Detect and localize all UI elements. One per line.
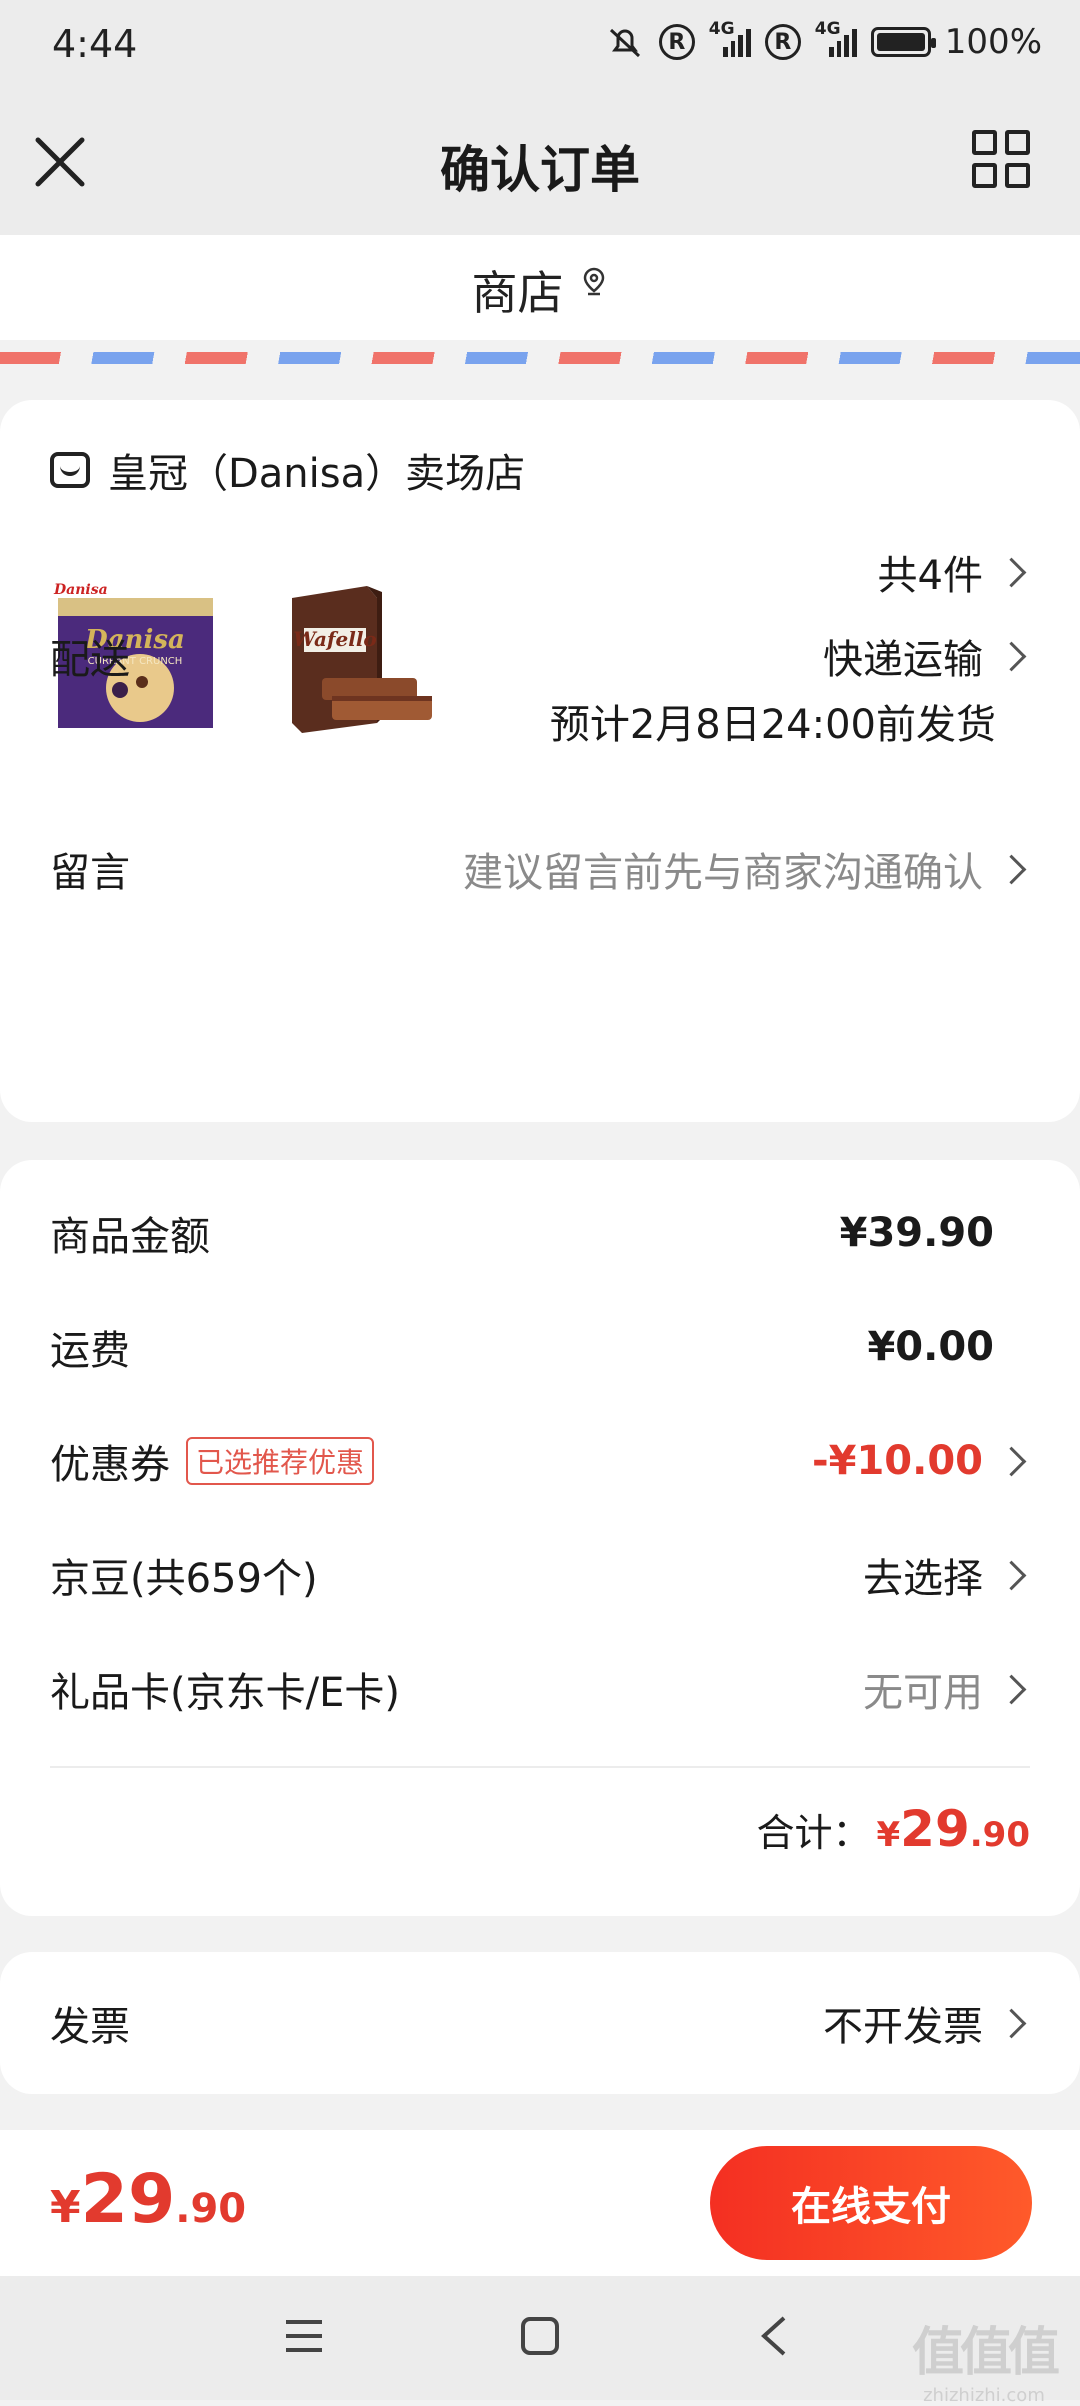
watermark-text: 值值值 — [911, 2323, 1060, 2383]
goods-amount-label: 商品金额 — [50, 1214, 210, 1260]
jingdou-row[interactable]: 京豆(共659个) 去选择 — [50, 1540, 1030, 1610]
battery-icon — [870, 27, 936, 57]
chevron-right-icon — [996, 1446, 1027, 1476]
total-decimal: .90 — [969, 1815, 1030, 1855]
delivery-row[interactable]: 配送 快递运输 — [50, 626, 1030, 686]
chevron-right-icon — [996, 2008, 1027, 2038]
product-logo-danisa: Danisa — [53, 582, 108, 598]
giftcard-row[interactable]: 礼品卡(京东卡/E卡) 无可用 — [50, 1654, 1030, 1724]
giftcard-value: 无可用 — [863, 1670, 983, 1716]
delivery-estimate: 预计2月8日24:00前发货 — [549, 702, 996, 748]
chevron-right-icon — [996, 854, 1027, 884]
back-icon[interactable] — [756, 2314, 792, 2358]
location-pin-icon — [583, 267, 604, 296]
message-label: 留言 — [50, 850, 130, 896]
total-row: 合计： ¥ 29 .90 — [756, 1800, 1030, 1858]
delivery-method: 快递运输 — [823, 637, 983, 683]
registered-icon-2: R — [764, 24, 801, 60]
chevron-right-icon — [996, 557, 1027, 587]
watermark: 值值值 zhizhizhi.com — [911, 2310, 1060, 2406]
chevron-right-icon — [996, 1674, 1027, 1704]
pay-decimal: .90 — [175, 2186, 247, 2232]
shop-name: 皇冠（Danisa）卖场店 — [108, 451, 526, 497]
invoice-value: 不开发票 — [823, 2004, 983, 2050]
signal-icon-2: 4G — [815, 19, 857, 57]
coupon-label: 优惠券 — [50, 1442, 170, 1488]
message-row[interactable]: 留言 建议留言前先与商家沟通确认 — [50, 834, 1030, 904]
shop-row[interactable]: 皇冠（Danisa）卖场店 — [50, 440, 1030, 500]
invoice-label: 发票 — [50, 2004, 130, 2050]
grid-menu-icon[interactable] — [972, 130, 1030, 188]
battery-percent: 100% — [944, 22, 1042, 62]
price-summary-card: 商品金额 ¥39.90 运费 ¥0.00 优惠券 已选推荐优惠 -¥10.00 京… — [0, 1160, 1080, 1916]
chevron-right-icon — [996, 1560, 1027, 1590]
pay-bar: ¥29.90 在线支付 — [0, 2130, 1080, 2276]
page-title: 确认订单 — [440, 141, 640, 199]
invoice-card: 发票 不开发票 — [0, 1952, 1080, 2094]
giftcard-label: 礼品卡(京东卡/E卡) — [50, 1670, 400, 1716]
home-icon[interactable] — [518, 2314, 562, 2358]
goods-amount-row: 商品金额 ¥39.90 — [50, 1198, 1030, 1268]
jingdou-value: 去选择 — [863, 1556, 983, 1602]
coupon-value: -¥10.00 — [812, 1438, 983, 1484]
status-time: 4:44 — [52, 22, 138, 66]
menu-icon[interactable] — [282, 2316, 326, 2356]
watermark-sub: zhizhizhi.com — [923, 2385, 1045, 2406]
status-icons: R 4G R 4G 100% — [605, 19, 1042, 62]
signal-icon-1: 4G — [709, 19, 751, 57]
pay-online-button[interactable]: 在线支付 — [710, 2146, 1032, 2260]
total-currency: ¥ — [876, 1815, 901, 1855]
shipping-value: ¥0.00 — [867, 1324, 994, 1370]
goods-amount-value: ¥39.90 — [839, 1210, 994, 1256]
total-label: 合计： — [756, 1811, 871, 1855]
shop-icon — [50, 452, 90, 488]
product-count: 共4件 — [877, 553, 983, 599]
order-card: 皇冠（Danisa）卖场店 Danisa CURRANT CRUNCH Dani… — [0, 400, 1080, 1122]
store-location-bar[interactable]: 商店 — [0, 235, 1080, 340]
pay-amount: ¥29.90 — [50, 2160, 246, 2239]
message-placeholder: 建议留言前先与商家沟通确认 — [463, 850, 983, 896]
shipping-row: 运费 ¥0.00 — [50, 1312, 1030, 1382]
invoice-row[interactable]: 发票 不开发票 — [50, 1988, 1030, 2058]
delivery-label: 配送 — [50, 637, 130, 683]
registered-icon: R — [658, 24, 695, 60]
chevron-right-icon — [996, 641, 1027, 671]
nav-bar: 确认订单 — [0, 92, 1080, 235]
summary-divider — [50, 1766, 1030, 1768]
store-location-label: 商店 — [471, 266, 564, 320]
product-count-link[interactable]: 共4件 — [878, 542, 1030, 602]
pay-integer: 29 — [80, 2160, 176, 2239]
coupon-row[interactable]: 优惠券 已选推荐优惠 -¥10.00 — [50, 1426, 1030, 1496]
total-integer: 29 — [900, 1800, 970, 1858]
pay-currency: ¥ — [50, 2182, 81, 2233]
mute-alarm-icon — [609, 28, 640, 58]
jingdou-label: 京豆(共659个) — [50, 1556, 318, 1602]
envelope-stripe-divider — [0, 352, 1080, 364]
status-bar: 4:44 R 4G R 4G 100% — [0, 0, 1080, 92]
coupon-badge: 已选推荐优惠 — [186, 1437, 375, 1485]
shipping-label: 运费 — [50, 1328, 130, 1374]
